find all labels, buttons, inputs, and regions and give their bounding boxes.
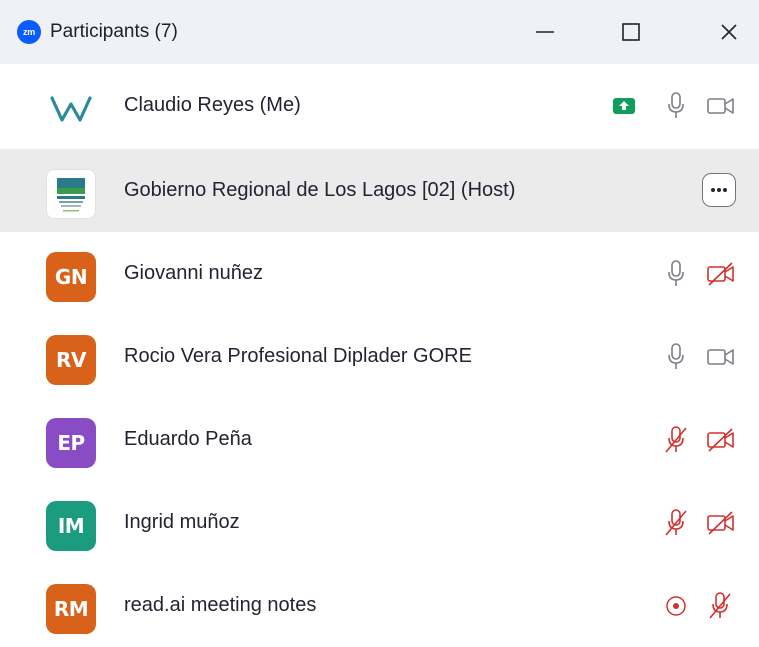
video-off-icon[interactable] [706, 427, 736, 453]
avatar: IM [46, 501, 96, 551]
microphone-muted-icon[interactable] [706, 591, 734, 621]
video-camera-icon[interactable] [706, 346, 736, 368]
avatar [46, 84, 96, 134]
window-title: Participants (7) [50, 21, 178, 42]
video-off-icon[interactable] [706, 510, 736, 536]
minimize-icon [536, 31, 554, 33]
more-options-button[interactable] [702, 173, 736, 207]
close-icon [721, 24, 737, 40]
participant-row[interactable]: GN Giovanni nuñez [0, 232, 759, 315]
participant-name: Rocio Vera Profesional Diplader GORE [124, 345, 472, 367]
participant-name: Gobierno Regional de Los Lagos [02] (Hos… [124, 179, 516, 201]
participant-name: Claudio Reyes (Me) [124, 94, 301, 116]
avatar: EP [46, 418, 96, 468]
participant-row[interactable]: Gobierno Regional de Los Lagos [02] (Hos… [0, 149, 759, 232]
close-button[interactable] [706, 12, 752, 52]
recording-icon [664, 594, 688, 618]
gobierno-logo-icon [57, 178, 85, 212]
video-camera-icon[interactable] [706, 95, 736, 117]
microphone-muted-icon[interactable] [662, 508, 690, 538]
microphone-icon[interactable] [664, 259, 688, 289]
microphone-muted-icon[interactable] [662, 425, 690, 455]
microphone-icon[interactable] [664, 342, 688, 372]
participant-row[interactable]: EP Eduardo Peña [0, 398, 759, 481]
maximize-button[interactable] [608, 12, 654, 52]
avatar [46, 169, 96, 219]
zoom-logo-icon: zm [17, 20, 41, 44]
maximize-icon [622, 23, 640, 41]
participant-row[interactable]: Claudio Reyes (Me) [0, 64, 759, 147]
minimize-button[interactable] [522, 12, 568, 52]
avatar: RM [46, 584, 96, 634]
participant-name: Ingrid muñoz [124, 511, 240, 533]
participant-row[interactable]: RV Rocio Vera Profesional Diplader GORE [0, 315, 759, 398]
participant-name: Giovanni nuñez [124, 262, 263, 284]
video-off-icon[interactable] [706, 261, 736, 287]
avatar: RV [46, 335, 96, 385]
avatar: GN [46, 252, 96, 302]
participant-row[interactable]: RM read.ai meeting notes [0, 564, 759, 647]
share-screen-icon [612, 96, 636, 116]
w-logo-icon [50, 96, 92, 122]
participant-name: Eduardo Peña [124, 428, 252, 450]
more-dots-icon [711, 188, 727, 192]
participant-row[interactable]: IM Ingrid muñoz [0, 481, 759, 564]
participant-name: read.ai meeting notes [124, 594, 317, 616]
title-bar: zm Participants (7) [0, 0, 759, 64]
microphone-icon[interactable] [664, 91, 688, 121]
